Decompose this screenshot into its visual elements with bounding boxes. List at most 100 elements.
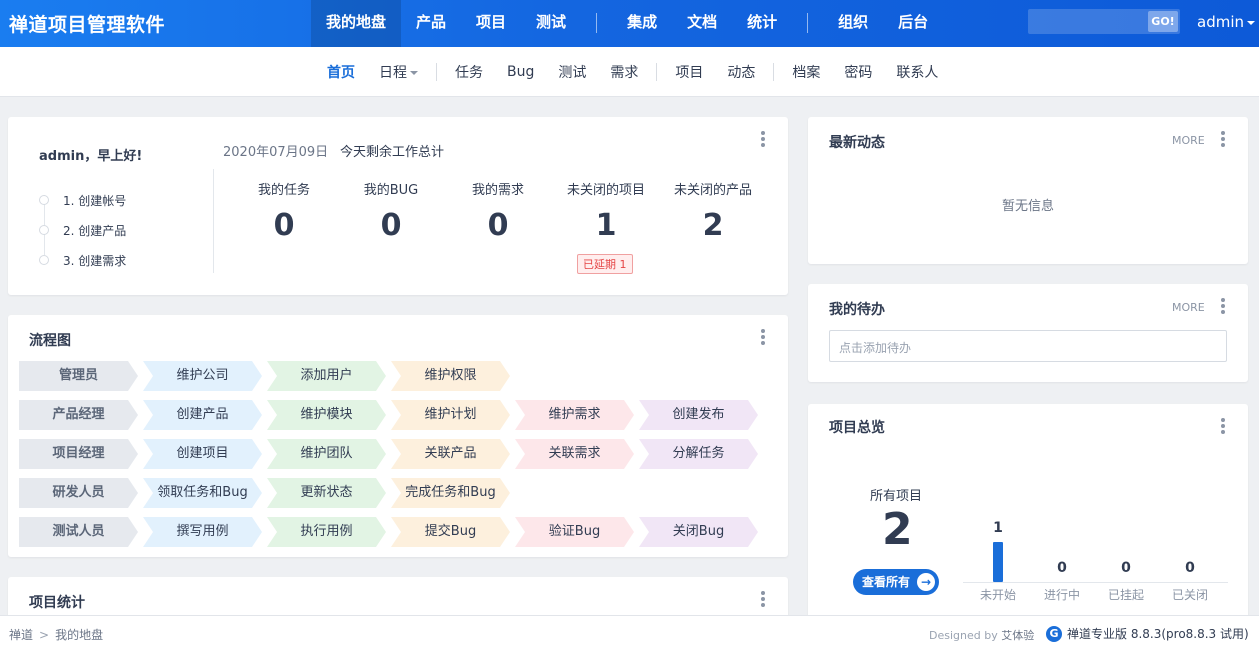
top-navbar: 禅道项目管理软件 我的地盘 产品 项目 测试 集成 文档 统计 组织 后台 GO… [0,0,1259,47]
view-all-label: 查看所有 [862,575,911,589]
brand-title[interactable]: 禅道项目管理软件 [9,10,165,37]
nav-integration[interactable]: 集成 [612,0,672,47]
more-options-icon[interactable] [1221,298,1225,314]
nav-product[interactable]: 产品 [401,0,461,47]
flow-step[interactable]: 添加用户 [267,361,386,391]
stat-label: 未关闭的产品 [673,183,752,198]
add-todo-input[interactable]: 点击添加待办 [829,330,1227,362]
nav-project[interactable]: 项目 [461,0,521,47]
flow-step[interactable]: 维护需求 [515,400,634,430]
stat-label: 我的任务 [257,183,310,198]
step-label: 3. 创建需求 [63,253,127,268]
more-link[interactable]: MORE [1172,134,1205,147]
view-all-button[interactable]: 查看所有 → [853,569,939,595]
flow-step[interactable]: 完成任务和Bug [391,478,510,508]
status-bar [993,542,1003,582]
nav-report[interactable]: 统计 [732,0,792,47]
user-menu[interactable]: admin [1197,13,1255,31]
flow-step[interactable]: 领取任务和Bug [143,478,262,508]
subnav-calendar[interactable]: 日程 [367,62,430,82]
chevron-down-icon [1247,20,1255,25]
stat-my-bugs[interactable]: 我的BUG 0 [336,179,446,243]
flow-step[interactable]: 执行用例 [267,517,386,547]
designer-link[interactable]: 艾体验 [1001,629,1034,642]
delayed-badge[interactable]: 已延期 1 [577,254,633,274]
flow-step[interactable]: 验证Bug [515,517,634,547]
nav-doc[interactable]: 文档 [672,0,732,47]
stat-value: 0 [487,208,509,243]
search-go-button[interactable]: GO! [1148,11,1178,32]
subnav-profile[interactable]: 档案 [780,62,832,82]
subnav-test[interactable]: 测试 [546,62,598,82]
nav-admin[interactable]: 后台 [883,0,943,47]
breadcrumb-current[interactable]: 我的地盘 [55,628,103,642]
subnav-story[interactable]: 需求 [598,62,650,82]
status-bar-label: 已挂起 [1107,588,1144,602]
search-input[interactable]: GO! [1028,9,1180,34]
step-item[interactable]: 2. 创建产品 [39,215,126,245]
stat-my-stories[interactable]: 我的需求 0 [443,179,553,243]
breadcrumb: 禅道 > 我的地盘 [9,626,103,643]
subnav-dynamic[interactable]: 动态 [715,62,767,82]
flow-role: 研发人员 [19,478,138,508]
flow-step[interactable]: 关联需求 [515,439,634,469]
main-nav: 我的地盘 产品 项目 测试 集成 文档 统计 组织 后台 [311,0,943,47]
flow-step[interactable]: 关闭Bug [639,517,758,547]
more-options-icon[interactable] [1221,418,1225,434]
stat-label: 我的BUG [363,183,419,198]
panel-title: 流程图 [29,333,71,349]
flow-step[interactable]: 分解任务 [639,439,758,469]
flow-step[interactable]: 更新状态 [267,478,386,508]
more-options-icon[interactable] [761,329,765,345]
flow-role: 产品经理 [19,400,138,430]
more-options-icon[interactable] [761,591,765,607]
flow-step[interactable]: 维护团队 [267,439,386,469]
more-options-icon[interactable] [761,131,765,147]
flow-step[interactable]: 创建发布 [639,400,758,430]
subnav-project[interactable]: 项目 [663,62,715,82]
panel-title: 最新动态 [829,135,885,151]
panel-title: 我的待办 [829,302,885,318]
flow-step[interactable]: 创建项目 [143,439,262,469]
nav-company[interactable]: 组织 [823,0,883,47]
flow-role: 管理员 [19,361,138,391]
nav-my[interactable]: 我的地盘 [311,0,402,47]
version-info[interactable]: G 禅道专业版 8.8.3(pro8.8.3 试用) [1046,625,1249,642]
subnav-task[interactable]: 任务 [443,62,495,82]
more-link[interactable]: MORE [1172,301,1205,314]
subnav-contacts[interactable]: 联系人 [884,62,950,82]
designed-by-label: Designed by [929,629,998,642]
flow-step[interactable]: 维护模块 [267,400,386,430]
stat-open-projects[interactable]: 未关闭的项目 1 [551,179,661,243]
status-bar-label: 已关闭 [1171,588,1208,602]
status-bar-value: 0 [1057,560,1067,576]
version-label: 禅道专业版 8.8.3(pro8.8.3 试用) [1067,627,1249,641]
flow-step[interactable]: 维护权限 [391,361,510,391]
subnav-divider [773,63,775,81]
flow-row: 研发人员 领取任务和Bug 更新状态 完成任务和Bug [19,478,515,508]
step-item[interactable]: 3. 创建需求 [39,245,126,275]
flow-step[interactable]: 关联产品 [391,439,510,469]
subnav-home[interactable]: 首页 [315,62,367,82]
subnav-password[interactable]: 密码 [832,62,884,82]
breadcrumb-home[interactable]: 禅道 [9,628,33,642]
summary-title: 今天剩余工作总计 [340,145,445,160]
greeting: admin，早上好! [39,149,143,164]
subnav-divider [656,63,658,81]
more-options-icon[interactable] [1221,131,1225,147]
stat-my-tasks[interactable]: 我的任务 0 [229,179,339,243]
step-item[interactable]: 1. 创建帐号 [39,185,126,215]
flow-role: 项目经理 [19,439,138,469]
flow-step[interactable]: 维护公司 [143,361,262,391]
stat-open-products[interactable]: 未关闭的产品 2 [658,179,768,243]
flow-step[interactable]: 撰写用例 [143,517,262,547]
breadcrumb-separator: > [39,628,50,642]
flow-step[interactable]: 创建产品 [143,400,262,430]
flow-step[interactable]: 维护计划 [391,400,510,430]
subnav-bug[interactable]: Bug [495,64,546,80]
status-bar-value: 0 [1185,560,1195,576]
subnav-divider [436,63,437,81]
nav-test[interactable]: 测试 [521,0,581,47]
status-bar-value: 0 [1121,560,1131,576]
flow-step[interactable]: 提交Bug [391,517,510,547]
